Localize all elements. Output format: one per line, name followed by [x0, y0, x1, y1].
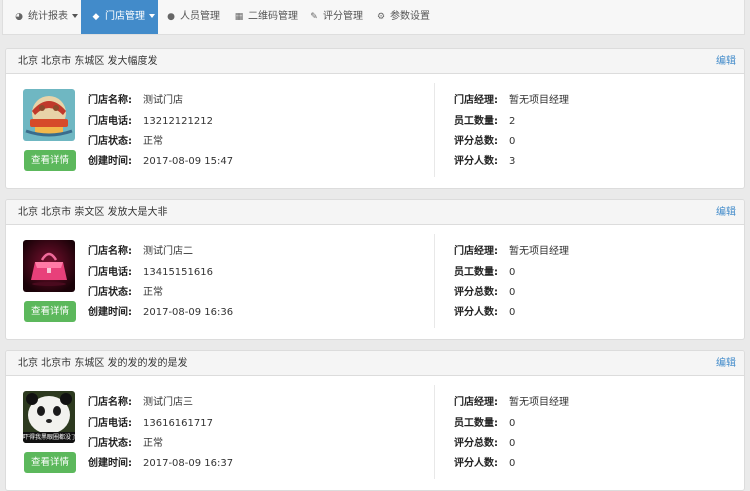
users-icon: ● [167, 12, 175, 22]
store-panel: 北京 北京市 东城区 发的发的发的是发 编辑 吓得我黑眼圈都没了 查看详情 门店… [5, 350, 745, 491]
store-manager: 暂无项目经理 [509, 95, 569, 106]
store-address: 北京 北京市 崇文区 发放大是大非 [18, 207, 168, 218]
caret-down-icon [72, 14, 78, 18]
tag-icon: ◆ [92, 12, 100, 22]
store-phone: 13616161717 [143, 418, 213, 429]
store-score-total: 0 [509, 136, 516, 147]
label-created: 创建时间: [88, 156, 132, 167]
store-status: 正常 [143, 136, 163, 147]
top-nav: ◕ 统计报表 ◆ 门店管理 ● 人员管理 ▦ 二维码管理 ✎ 评分管理 ⚙ 参数设置 [2, 0, 745, 35]
view-detail-button[interactable]: 查看详情 [24, 452, 76, 473]
label-status: 门店状态: [88, 438, 132, 449]
store-image [23, 240, 75, 292]
gears-icon: ⚙ [376, 12, 386, 22]
nav-item-settings[interactable]: ⚙ 参数设置 [376, 0, 430, 34]
pie-chart-icon: ◕ [15, 12, 23, 22]
edit-icon: ✎ [310, 12, 318, 22]
label-staff: 员工数量: [454, 267, 498, 278]
store-score-count: 0 [509, 458, 516, 469]
store-staff-count: 2 [509, 116, 516, 127]
caret-down-icon [149, 14, 155, 18]
label-manager: 门店经理: [454, 397, 498, 408]
store-score-total: 0 [509, 438, 516, 449]
nav-item-qrcode[interactable]: ▦ 二维码管理 [234, 0, 298, 34]
panel-header: 北京 北京市 崇文区 发放大是大非 编辑 [6, 200, 744, 225]
label-name: 门店名称: [88, 95, 132, 106]
store-address: 北京 北京市 东城区 发大幅度发 [18, 56, 158, 67]
label-created: 创建时间: [88, 458, 132, 469]
label-created: 创建时间: [88, 307, 132, 318]
store-status: 正常 [143, 438, 163, 449]
store-score-count: 3 [509, 156, 516, 167]
store-created: 2017-08-09 15:47 [143, 156, 234, 167]
store-image: 吓得我黑眼圈都没了 [23, 391, 75, 443]
nav-item-stats[interactable]: ◕ 统计报表 [3, 0, 81, 34]
view-detail-button[interactable]: 查看详情 [24, 301, 76, 322]
store-score-total: 0 [509, 287, 516, 298]
column-divider [434, 83, 435, 177]
store-manager: 暂无项目经理 [509, 246, 569, 257]
store-address: 北京 北京市 东城区 发的发的发的是发 [18, 358, 188, 369]
nav-item-label: 人员管理 [180, 11, 220, 22]
edit-link[interactable]: 编辑 [716, 200, 736, 225]
store-staff-count: 0 [509, 418, 516, 429]
panel-header: 北京 北京市 东城区 发的发的发的是发 编辑 [6, 351, 744, 376]
store-image [23, 89, 75, 141]
nav-item-label: 统计报表 [28, 11, 68, 22]
column-divider [434, 385, 435, 479]
qrcode-icon: ▦ [234, 12, 244, 22]
panel-header: 北京 北京市 东城区 发大幅度发 编辑 [6, 49, 744, 74]
label-phone: 门店电话: [88, 116, 132, 127]
label-staff: 员工数量: [454, 418, 498, 429]
label-manager: 门店经理: [454, 95, 498, 106]
store-panel: 北京 北京市 崇文区 发放大是大非 编辑 查看详情 门店名称: 测试门店二 门店电… [5, 199, 745, 340]
label-phone: 门店电话: [88, 267, 132, 278]
store-phone: 13212121212 [143, 116, 213, 127]
label-staff: 员工数量: [454, 116, 498, 127]
view-detail-button[interactable]: 查看详情 [24, 150, 76, 171]
label-score-total: 评分总数: [454, 438, 498, 449]
label-status: 门店状态: [88, 136, 132, 147]
label-score-total: 评分总数: [454, 136, 498, 147]
store-name: 测试门店 [143, 95, 183, 106]
column-divider [434, 234, 435, 328]
label-score-count: 评分人数: [454, 156, 498, 167]
label-score-count: 评分人数: [454, 458, 498, 469]
nav-item-label: 参数设置 [390, 11, 430, 22]
edit-link[interactable]: 编辑 [716, 351, 736, 376]
store-staff-count: 0 [509, 267, 516, 278]
image-caption: 吓得我黑眼圈都没了 [23, 434, 75, 441]
store-name: 测试门店三 [143, 397, 193, 408]
nav-item-rating[interactable]: ✎ 评分管理 [309, 0, 363, 34]
store-panel: 北京 北京市 东城区 发大幅度发 编辑 查看详情 门店名称: 测试门店 门店电话:… [5, 48, 745, 189]
store-name: 测试门店二 [143, 246, 193, 257]
label-score-total: 评分总数: [454, 287, 498, 298]
store-manager: 暂无项目经理 [509, 397, 569, 408]
pink-handbag-image [23, 240, 75, 292]
store-created: 2017-08-09 16:36 [143, 307, 234, 318]
nav-item-label: 二维码管理 [248, 11, 298, 22]
nav-item-stores[interactable]: ◆ 门店管理 [81, 0, 158, 34]
store-phone: 13415151616 [143, 267, 213, 278]
nav-item-staff[interactable]: ● 人员管理 [166, 0, 220, 34]
label-status: 门店状态: [88, 287, 132, 298]
nav-item-label: 门店管理 [105, 11, 145, 22]
nav-item-label: 评分管理 [323, 11, 363, 22]
store-score-count: 0 [509, 307, 516, 318]
label-manager: 门店经理: [454, 246, 498, 257]
store-created: 2017-08-09 16:37 [143, 458, 234, 469]
cartoon-store-image [23, 89, 75, 141]
edit-link[interactable]: 编辑 [716, 49, 736, 74]
label-phone: 门店电话: [88, 418, 132, 429]
store-status: 正常 [143, 287, 163, 298]
label-score-count: 评分人数: [454, 307, 498, 318]
label-name: 门店名称: [88, 397, 132, 408]
label-name: 门店名称: [88, 246, 132, 257]
